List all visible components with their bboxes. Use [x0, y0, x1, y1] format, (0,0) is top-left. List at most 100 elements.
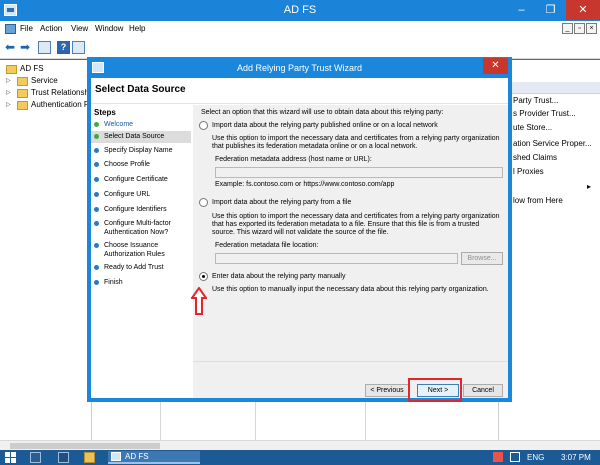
tree-item-adfs[interactable]: AD FS	[0, 64, 91, 75]
radio-import-online[interactable]	[199, 121, 208, 130]
wizard-title: Add Relying Party Trust Wizard	[236, 63, 363, 73]
expand-icon[interactable]: ▷	[6, 77, 14, 84]
menu-bar: File Action View Window Help _ ▫ ×	[0, 21, 600, 37]
action-edit-published-claims[interactable]: shed Claims	[513, 153, 600, 162]
minimize-button[interactable]: –	[508, 0, 535, 20]
mdi-close-button[interactable]: ×	[586, 23, 597, 34]
wizard-body: Select Data Source Steps Welcome Select …	[91, 78, 508, 402]
browse-button[interactable]: Browse...	[461, 252, 503, 265]
data-source-panel: Select an option that this wizard will u…	[193, 105, 508, 402]
menu-file[interactable]: File	[20, 24, 33, 33]
previous-button[interactable]: < Previous	[365, 384, 409, 397]
option-manual-label[interactable]: Enter data about the relying party manua…	[212, 273, 502, 281]
metadata-file-field[interactable]	[215, 253, 458, 264]
file-explorer-icon[interactable]	[84, 452, 95, 463]
step-select-data-source: Select Data Source	[91, 131, 191, 143]
menu-help[interactable]: Help	[129, 24, 145, 33]
center-pane-bottom	[160, 400, 498, 441]
option-file-label[interactable]: Import data about the relying party from…	[212, 199, 502, 207]
folder-icon	[6, 65, 17, 74]
tree-item-trust-relationships[interactable]: ▷ Trust Relationship	[0, 88, 95, 99]
language-indicator[interactable]: ENG	[527, 453, 544, 462]
option-file-description: Use this option to import the necessary …	[212, 213, 500, 236]
mdi-controls: _ ▫ ×	[562, 23, 597, 35]
adfs-titlebar: AD FS – ❐ ✕	[0, 0, 600, 21]
action-edit-web-application-proxies[interactable]: l Proxies	[513, 167, 600, 176]
taskbar-adfs-button[interactable]: AD FS	[108, 451, 200, 464]
folder-icon	[17, 77, 28, 86]
scrollbar-thumb[interactable]	[10, 443, 160, 449]
column-divider	[255, 401, 256, 441]
network-icon[interactable]	[510, 452, 520, 462]
radio-enter-manually[interactable]	[199, 272, 208, 281]
menu-window[interactable]: Window	[95, 24, 123, 33]
intro-text: Select an option that this wizard will u…	[201, 109, 444, 116]
clock[interactable]: 3:07 PM	[561, 453, 591, 462]
step-pending-icon	[94, 221, 99, 226]
wizard-close-button[interactable]: ✕	[483, 58, 508, 74]
tree-item-authentication-policies[interactable]: ▷ Authentication Po	[0, 100, 94, 111]
show-hide-tree-icon[interactable]	[38, 41, 51, 54]
page-title: Select Data Source	[95, 84, 186, 95]
adfs-app-icon	[111, 452, 121, 461]
action-add-claims-provider-trust[interactable]: s Provider Trust...	[513, 109, 600, 118]
action-add-attribute-store[interactable]: ute Store...	[513, 123, 600, 132]
next-highlight-box	[408, 378, 462, 402]
wizard-button-bar: < Previous Next > Cancel	[193, 361, 508, 402]
forward-arrow-icon[interactable]: ➡	[20, 41, 33, 54]
action-center-icon[interactable]	[493, 452, 503, 462]
annotation-arrow-icon	[191, 287, 207, 315]
action-new-window-from-here[interactable]: low from Here	[513, 196, 600, 205]
actions-pane: Party Trust... s Provider Trust... ute S…	[498, 60, 600, 440]
step-pending-icon	[94, 192, 99, 197]
action-edit-federation-service-properties[interactable]: ation Service Proper...	[513, 139, 600, 148]
column-divider	[160, 401, 161, 441]
powershell-icon[interactable]	[58, 452, 69, 463]
horizontal-scrollbar[interactable]	[0, 440, 600, 450]
steps-pane: Steps Welcome Select Data Source Specify…	[91, 105, 191, 398]
expand-icon[interactable]: ▷	[6, 101, 14, 108]
option-manual-description: Use this option to manually input the ne…	[212, 286, 489, 293]
radio-import-file[interactable]	[199, 198, 208, 207]
folder-icon	[17, 101, 28, 110]
close-button[interactable]: ✕	[566, 0, 600, 20]
console-tree: AD FS ▷ Service ▷ Trust Relationship ▷ A…	[0, 60, 95, 440]
wizard-header: Select Data Source	[91, 78, 508, 104]
help-icon[interactable]: ?	[57, 41, 70, 54]
step-complete-icon	[94, 122, 99, 127]
mdi-minimize-button[interactable]: _	[562, 23, 573, 34]
wizard-titlebar: Add Relying Party Trust Wizard ✕	[87, 57, 512, 78]
metadata-address-field[interactable]	[215, 167, 503, 178]
column-divider	[365, 401, 366, 441]
back-arrow-icon[interactable]: ⬅	[5, 41, 18, 54]
expand-icon[interactable]: ▷	[6, 89, 14, 96]
cancel-button[interactable]: Cancel	[463, 384, 503, 397]
maximize-button[interactable]: ❐	[537, 0, 564, 20]
menu-view[interactable]: View	[71, 24, 88, 33]
add-relying-party-trust-wizard: Add Relying Party Trust Wizard ✕ Select …	[87, 57, 512, 402]
metadata-address-label: Federation metadata address (host name o…	[215, 156, 372, 163]
start-icon[interactable]	[5, 452, 16, 463]
step-pending-icon	[94, 280, 99, 285]
folder-icon	[17, 89, 28, 98]
tree-item-service[interactable]: ▷ Service	[0, 76, 91, 87]
option-online-description: Use this option to import the necessary …	[212, 135, 500, 150]
step-pending-icon	[94, 243, 99, 248]
toolbar: ⬅ ➡ ?	[0, 37, 600, 59]
actions-header	[499, 82, 600, 94]
taskbar: AD FS ENG 3:07 PM	[0, 450, 600, 465]
step-current-icon	[94, 134, 99, 139]
action-add-relying-party-trust[interactable]: Party Trust...	[513, 96, 600, 105]
step-pending-icon	[94, 162, 99, 167]
show-hide-action-pane-icon[interactable]	[72, 41, 85, 54]
step-pending-icon	[94, 207, 99, 212]
metadata-file-label: Federation metadata file location:	[215, 242, 319, 249]
steps-title: Steps	[94, 108, 116, 117]
server-manager-icon[interactable]	[30, 452, 41, 463]
submenu-arrow-icon: ▸	[587, 182, 592, 191]
option-online-label[interactable]: Import data about the relying party publ…	[212, 122, 502, 130]
mdi-restore-button[interactable]: ▫	[574, 23, 585, 34]
metadata-address-example: Example: fs.contoso.com or https://www.c…	[215, 181, 395, 188]
step-pending-icon	[94, 265, 99, 270]
menu-action[interactable]: Action	[40, 24, 62, 33]
